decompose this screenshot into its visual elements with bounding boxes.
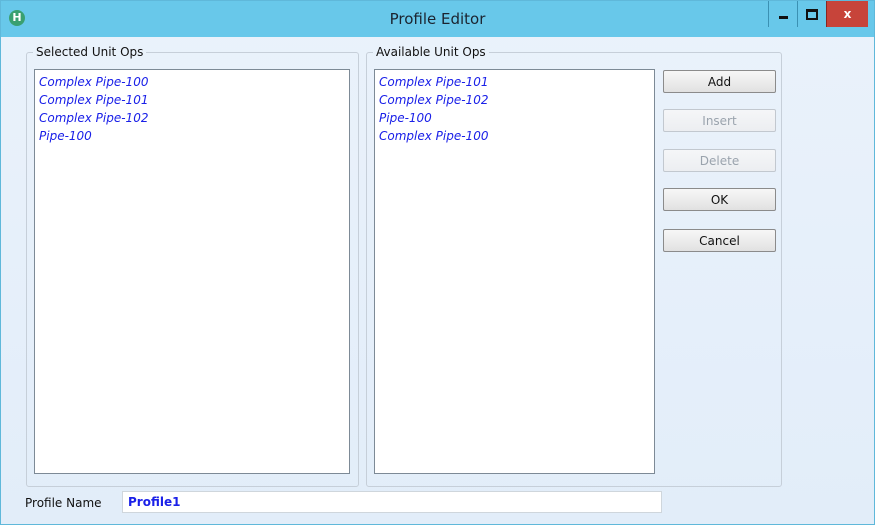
list-item[interactable]: Complex Pipe-100 — [379, 127, 650, 145]
title-bar[interactable]: H Profile Editor x — [1, 1, 874, 37]
selected-unit-ops-list[interactable]: Complex Pipe-100 Complex Pipe-101 Comple… — [34, 69, 350, 474]
maximize-button[interactable] — [797, 1, 826, 27]
window-controls: x — [768, 1, 868, 27]
minimize-icon — [778, 15, 788, 19]
ok-button[interactable]: OK — [663, 188, 776, 211]
profile-name-input[interactable] — [122, 491, 662, 513]
list-item[interactable]: Complex Pipe-102 — [379, 91, 650, 109]
add-button[interactable]: Add — [663, 70, 776, 93]
insert-button[interactable]: Insert — [663, 109, 776, 132]
close-button[interactable]: x — [826, 1, 868, 27]
list-item[interactable]: Complex Pipe-100 — [39, 73, 345, 91]
profile-name-label: Profile Name — [25, 496, 102, 510]
available-unit-ops-list[interactable]: Complex Pipe-101 Complex Pipe-102 Pipe-1… — [374, 69, 655, 474]
minimize-button[interactable] — [768, 1, 797, 27]
selected-unit-ops-legend: Selected Unit Ops — [36, 45, 144, 59]
window-title: Profile Editor — [389, 10, 486, 28]
list-item[interactable]: Complex Pipe-101 — [379, 73, 650, 91]
available-unit-ops-legend: Available Unit Ops — [376, 45, 486, 59]
close-icon: x — [843, 7, 852, 21]
list-item[interactable]: Complex Pipe-102 — [39, 109, 345, 127]
delete-button[interactable]: Delete — [663, 149, 776, 172]
maximize-icon — [806, 8, 818, 20]
list-item[interactable]: Pipe-100 — [39, 127, 345, 145]
profile-editor-window: H Profile Editor x Selected Unit Ops Com… — [0, 0, 875, 525]
list-item[interactable]: Complex Pipe-101 — [39, 91, 345, 109]
cancel-button[interactable]: Cancel — [663, 229, 776, 252]
list-item[interactable]: Pipe-100 — [379, 109, 650, 127]
